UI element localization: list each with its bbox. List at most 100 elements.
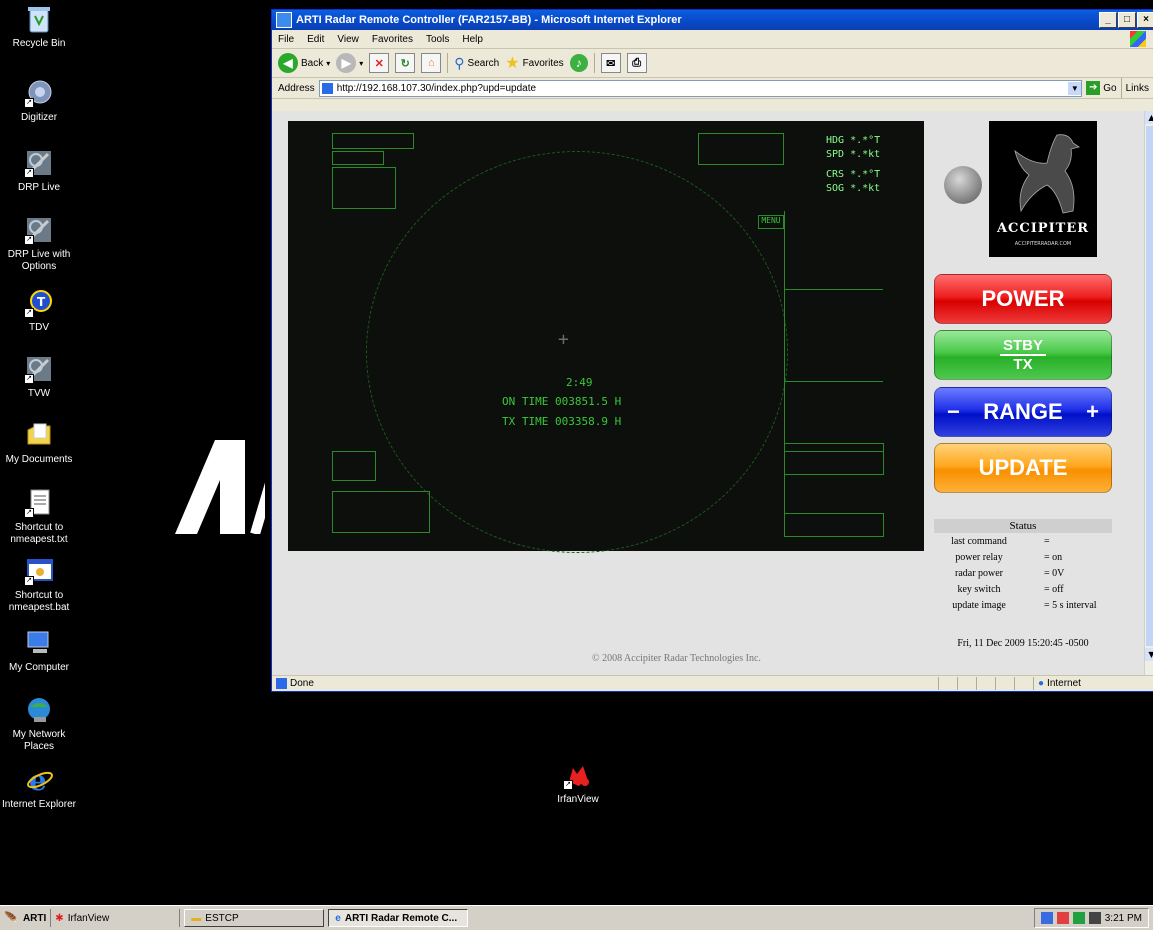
scroll-down-icon[interactable]: ▼ bbox=[1145, 648, 1153, 661]
media-button[interactable]: ♪ bbox=[570, 54, 588, 72]
desktop-icon-label: My Network Places bbox=[2, 729, 76, 753]
drp-live-shortcut[interactable]: ↗ DRP Live bbox=[2, 148, 76, 194]
status-title: Status bbox=[934, 519, 1112, 533]
taskbar-item-label: ESTCP bbox=[205, 913, 238, 924]
menu-favorites[interactable]: Favorites bbox=[372, 34, 413, 45]
volume-tray-icon[interactable] bbox=[1073, 912, 1085, 924]
menu-help[interactable]: Help bbox=[462, 34, 483, 45]
update-button[interactable]: UPDATE bbox=[934, 443, 1112, 493]
hdg-readout: HDG *.*°T bbox=[826, 135, 880, 146]
forward-button[interactable]: ▶ ▾ bbox=[336, 53, 363, 73]
window-controls: _ □ × bbox=[1099, 12, 1153, 28]
my-computer-icon[interactable]: My Computer bbox=[2, 628, 76, 674]
tvw-shortcut[interactable]: ↗ TVW bbox=[2, 354, 76, 400]
shortcut-arrow-icon: ↗ bbox=[563, 780, 573, 790]
maximize-button[interactable]: □ bbox=[1118, 12, 1136, 28]
taskbar-item-ie[interactable]: e ARTI Radar Remote C... bbox=[328, 909, 468, 927]
forward-arrow-icon: ▶ bbox=[336, 53, 356, 73]
radar-side-panel bbox=[784, 211, 883, 537]
address-dropdown-icon[interactable]: ▼ bbox=[1068, 82, 1081, 95]
settings-box bbox=[332, 167, 396, 209]
status-cell bbox=[957, 677, 976, 690]
start-button[interactable]: 🪶 ARTI bbox=[0, 909, 51, 927]
globe-icon: ● bbox=[1038, 678, 1044, 689]
browser-window: ARTI Radar Remote Controller (FAR2157-BB… bbox=[271, 9, 1153, 692]
go-arrow-icon: ➔ bbox=[1086, 81, 1100, 95]
dropdown-arrow-icon: ▾ bbox=[326, 59, 330, 68]
status-done: Done bbox=[272, 678, 314, 689]
scroll-thumb[interactable] bbox=[1146, 126, 1153, 646]
hdg-key: HDG bbox=[826, 135, 844, 146]
on-time-readout: ON TIME 003851.5 H bbox=[502, 395, 621, 408]
desktop-icon-label: Shortcut to nmeapest.txt bbox=[2, 522, 76, 546]
vertical-scrollbar[interactable]: ▲ ▼ bbox=[1144, 111, 1153, 676]
taskbar-item-estcp[interactable]: ▬ ESTCP bbox=[184, 909, 324, 927]
security-tray-icon[interactable] bbox=[1057, 912, 1069, 924]
my-network-places-icon[interactable]: My Network Places bbox=[2, 695, 76, 753]
menu-tools[interactable]: Tools bbox=[426, 34, 449, 45]
menu-file[interactable]: File bbox=[278, 34, 294, 45]
search-button[interactable]: ⚲ Search bbox=[454, 55, 499, 72]
desktop-icon-label: DRP Live bbox=[2, 182, 76, 194]
refresh-button[interactable]: ↻ bbox=[395, 53, 415, 73]
batch-file-icon: ↗ bbox=[24, 556, 54, 586]
close-button[interactable]: × bbox=[1137, 12, 1153, 28]
links-button[interactable]: Links bbox=[1126, 83, 1149, 94]
tdv-icon: T ↗ bbox=[24, 288, 54, 318]
irfanview-shortcut[interactable]: ↗ IrfanView bbox=[541, 760, 615, 806]
favorites-label: Favorites bbox=[523, 58, 564, 69]
drp-live-options-shortcut[interactable]: ↗ DRP Live with Options bbox=[2, 215, 76, 273]
status-value: = 5 s interval bbox=[1024, 600, 1112, 611]
network-tray-icon[interactable] bbox=[1041, 912, 1053, 924]
panel-divider bbox=[785, 289, 883, 290]
stop-button[interactable]: ✕ bbox=[369, 53, 389, 73]
app-tray-icon[interactable] bbox=[1089, 912, 1101, 924]
quick-launch-irfanview[interactable]: ✱ IrfanView bbox=[51, 909, 180, 927]
power-button[interactable]: POWER bbox=[934, 274, 1112, 324]
back-button[interactable]: ◀ Back ▾ bbox=[278, 53, 330, 73]
minimize-button[interactable]: _ bbox=[1099, 12, 1117, 28]
scroll-up-icon[interactable]: ▲ bbox=[1145, 111, 1153, 124]
internet-explorer-icon[interactable]: e Internet Explorer bbox=[2, 765, 76, 811]
range-plus-button[interactable]: + bbox=[1086, 399, 1099, 425]
stby-tx-button[interactable]: STBY TX bbox=[934, 330, 1112, 380]
tdv-shortcut[interactable]: T ↗ TDV bbox=[2, 288, 76, 334]
title-bar[interactable]: ARTI Radar Remote Controller (FAR2157-BB… bbox=[272, 10, 1153, 30]
taskbar-clock[interactable]: 3:21 PM bbox=[1105, 913, 1142, 924]
mail-button[interactable]: ✉ bbox=[601, 53, 621, 73]
menu-view[interactable]: View bbox=[337, 34, 359, 45]
desktop-icon-label: TVW bbox=[2, 388, 76, 400]
text-file-icon: ↗ bbox=[24, 488, 54, 518]
toolbar-separator bbox=[1121, 78, 1122, 98]
print-button[interactable]: ⎙ bbox=[627, 53, 647, 73]
quick-launch-label: IrfanView bbox=[68, 913, 110, 924]
status-value: = bbox=[1024, 536, 1112, 547]
address-input[interactable]: http://192.168.107.30/index.php?upd=upda… bbox=[319, 80, 1083, 97]
nmeapest-bat-shortcut[interactable]: ↗ Shortcut to nmeapest.bat bbox=[2, 556, 76, 614]
desktop-icon-label: Internet Explorer bbox=[2, 799, 76, 811]
favorites-button[interactable]: ★ Favorites bbox=[505, 53, 563, 73]
nmeapest-txt-shortcut[interactable]: ↗ Shortcut to nmeapest.txt bbox=[2, 488, 76, 546]
status-key: last command bbox=[934, 536, 1024, 547]
irfanview-icon: ✱ bbox=[55, 913, 63, 924]
star-icon: ★ bbox=[505, 53, 519, 73]
desktop-icon-label: TDV bbox=[2, 322, 76, 334]
page-content: + 2:49 ON TIME 003851.5 H TX TIME 003358… bbox=[272, 111, 1144, 676]
address-bar: Address http://192.168.107.30/index.php?… bbox=[272, 78, 1153, 99]
range-minus-button[interactable]: − bbox=[947, 399, 960, 425]
my-documents-icon[interactable]: My Documents bbox=[2, 420, 76, 466]
home-button[interactable]: ⌂ bbox=[421, 53, 441, 73]
spd-value: *.*kt bbox=[850, 149, 880, 160]
tx-label: TX bbox=[1013, 356, 1032, 373]
status-led bbox=[944, 166, 982, 204]
control-panel: ACCIPITER ACCIPITERRADAR.COM POWER STBY … bbox=[924, 121, 1124, 646]
desktop-icon-label: My Computer bbox=[2, 662, 76, 674]
menu-edit[interactable]: Edit bbox=[307, 34, 324, 45]
digitizer-shortcut[interactable]: ↗ Digitizer bbox=[2, 78, 76, 124]
recycle-bin-icon[interactable]: Recycle Bin bbox=[2, 4, 76, 50]
irfanview-cat-icon: ↗ bbox=[563, 760, 593, 790]
go-button[interactable]: ➔ Go bbox=[1086, 81, 1116, 95]
desktop-icon-label: IrfanView bbox=[541, 794, 615, 806]
toolbar-separator bbox=[594, 53, 595, 73]
status-timestamp: Fri, 11 Dec 2009 15:20:45 -0500 bbox=[934, 638, 1112, 649]
